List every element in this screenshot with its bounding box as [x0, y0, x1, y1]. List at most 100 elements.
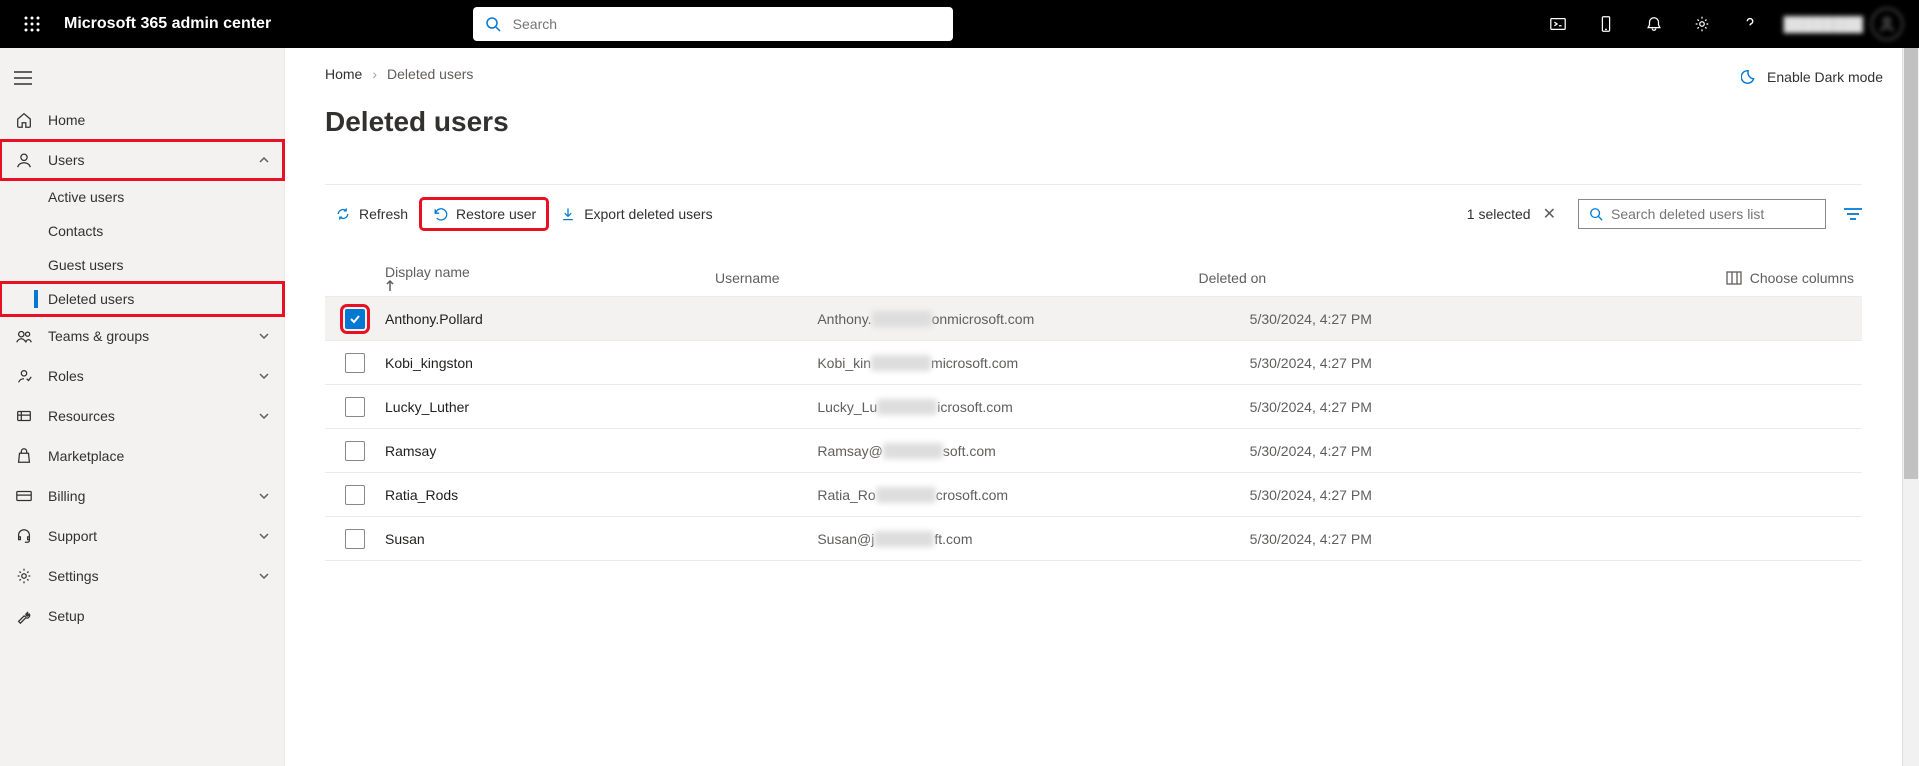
- shell-phone-button[interactable]: [1584, 0, 1628, 48]
- choose-columns-label: Choose columns: [1750, 270, 1854, 286]
- shell-cloud-shell-button[interactable]: [1536, 0, 1580, 48]
- nav-deleted-users-label: Deleted users: [48, 291, 134, 307]
- display-name-cell[interactable]: Kobi_kingston: [385, 355, 817, 371]
- table-header: Display name Username Deleted on Choose …: [325, 259, 1862, 297]
- nav-marketplace-label: Marketplace: [48, 448, 124, 464]
- clear-selection-button[interactable]: ✕: [1539, 202, 1560, 226]
- app-launcher-button[interactable]: [8, 0, 56, 48]
- nav-support-label: Support: [48, 528, 97, 544]
- dark-mode-toggle[interactable]: Enable Dark mode: [1741, 68, 1883, 86]
- nav-roles[interactable]: Roles: [0, 356, 284, 396]
- table-row[interactable]: RamsayRamsay@xxxxxxxxsoft.com5/30/2024, …: [325, 429, 1862, 473]
- display-name-cell[interactable]: Lucky_Luther: [385, 399, 817, 415]
- list-search-input[interactable]: [1611, 206, 1815, 222]
- wrench-icon: [14, 607, 34, 625]
- refresh-button[interactable]: Refresh: [325, 200, 418, 228]
- nav-contacts[interactable]: Contacts: [0, 214, 284, 248]
- chevron-up-icon: [258, 154, 270, 166]
- breadcrumb: Home › Deleted users: [325, 66, 1862, 82]
- nav-guest-users-label: Guest users: [48, 257, 123, 273]
- table-row[interactable]: SusanSusan@jxxxxxxxxft.com5/30/2024, 4:2…: [325, 517, 1862, 561]
- dark-mode-label: Enable Dark mode: [1767, 69, 1883, 85]
- refresh-label: Refresh: [359, 206, 408, 222]
- nav-contacts-label: Contacts: [48, 223, 103, 239]
- table-row[interactable]: Lucky_LutherLucky_Luxxxxxxxxicrosoft.com…: [325, 385, 1862, 429]
- account-manager[interactable]: ████████: [1776, 8, 1911, 40]
- table-row[interactable]: Ratia_RodsRatia_Roxxxxxxxxcrosoft.com5/3…: [325, 473, 1862, 517]
- chevron-right-icon: ›: [372, 66, 377, 82]
- global-search: [473, 7, 953, 41]
- nav-billing[interactable]: Billing: [0, 476, 284, 516]
- username-cell: Kobi_kinxxxxxxxxmicrosoft.com: [817, 355, 1249, 371]
- display-name-cell[interactable]: Susan: [385, 531, 817, 547]
- nav-billing-label: Billing: [48, 488, 85, 504]
- nav-users-label: Users: [48, 152, 85, 168]
- nav-teams-groups[interactable]: Teams & groups: [0, 316, 284, 356]
- display-name-cell[interactable]: Anthony.Pollard: [385, 311, 817, 327]
- nav-guest-users[interactable]: Guest users: [0, 248, 284, 282]
- breadcrumb-home[interactable]: Home: [325, 66, 362, 82]
- chevron-down-icon: [258, 490, 270, 502]
- username-cell: Lucky_Luxxxxxxxxicrosoft.com: [817, 399, 1249, 415]
- deleted-on-cell: 5/30/2024, 4:27 PM: [1250, 399, 1682, 415]
- username-cell: Anthony.xxxxxxxxonmicrosoft.com: [817, 311, 1249, 327]
- nav-active-users[interactable]: Active users: [0, 180, 284, 214]
- table-row[interactable]: Kobi_kingstonKobi_kinxxxxxxxxmicrosoft.c…: [325, 341, 1862, 385]
- nav-toggle-button[interactable]: [0, 56, 284, 100]
- roles-icon: [14, 367, 34, 385]
- col-username[interactable]: Username: [715, 270, 1199, 286]
- export-button[interactable]: Export deleted users: [550, 200, 722, 228]
- nav-marketplace[interactable]: Marketplace: [0, 436, 284, 476]
- chevron-down-icon: [258, 570, 270, 582]
- restore-user-button[interactable]: Restore user: [422, 200, 546, 228]
- col-deleted-on-label: Deleted on: [1199, 270, 1267, 286]
- topbar-actions: ████████: [1536, 0, 1911, 48]
- global-search-input[interactable]: [473, 7, 953, 41]
- gear-icon: [14, 567, 34, 585]
- moon-icon: [1741, 68, 1759, 86]
- notifications-button[interactable]: [1632, 0, 1676, 48]
- breadcrumb-current: Deleted users: [387, 66, 473, 82]
- chevron-down-icon: [258, 530, 270, 542]
- row-checkbox[interactable]: [345, 309, 365, 329]
- nav-home[interactable]: Home: [0, 100, 284, 140]
- nav-setup-label: Setup: [48, 608, 85, 624]
- card-icon: [14, 487, 34, 505]
- account-name: ████████: [1784, 16, 1863, 32]
- nav-support[interactable]: Support: [0, 516, 284, 556]
- col-display-name[interactable]: Display name: [325, 264, 715, 292]
- table-row[interactable]: Anthony.PollardAnthony.xxxxxxxxonmicroso…: [325, 297, 1862, 341]
- search-icon: [485, 16, 501, 32]
- nav-deleted-users[interactable]: Deleted users: [0, 282, 284, 316]
- row-checkbox[interactable]: [345, 353, 365, 373]
- selection-count: 1 selected ✕: [1467, 202, 1560, 226]
- filter-button[interactable]: [1844, 207, 1862, 221]
- restore-label: Restore user: [456, 206, 536, 222]
- nav-setup[interactable]: Setup: [0, 596, 284, 636]
- scrollbar[interactable]: [1902, 48, 1919, 766]
- nav-resources[interactable]: Resources: [0, 396, 284, 436]
- export-label: Export deleted users: [584, 206, 712, 222]
- list-search[interactable]: [1578, 199, 1826, 229]
- left-nav: Home Users Active users Contacts Guest u…: [0, 48, 285, 766]
- choose-columns-button[interactable]: Choose columns: [1682, 270, 1862, 286]
- col-username-label: Username: [715, 270, 780, 286]
- nav-users[interactable]: Users: [0, 140, 284, 180]
- user-icon: [14, 151, 34, 169]
- display-name-cell[interactable]: Ramsay: [385, 443, 817, 459]
- row-checkbox[interactable]: [345, 485, 365, 505]
- deleted-on-cell: 5/30/2024, 4:27 PM: [1250, 531, 1682, 547]
- nav-teams-label: Teams & groups: [48, 328, 149, 344]
- row-checkbox[interactable]: [345, 441, 365, 461]
- scrollbar-thumb[interactable]: [1904, 48, 1918, 479]
- username-cell: Ramsay@xxxxxxxxsoft.com: [817, 443, 1249, 459]
- row-checkbox[interactable]: [345, 529, 365, 549]
- deleted-users-table: Display name Username Deleted on Choose …: [325, 259, 1862, 561]
- row-checkbox[interactable]: [345, 397, 365, 417]
- nav-settings[interactable]: Settings: [0, 556, 284, 596]
- main-content: Home › Deleted users Enable Dark mode De…: [285, 48, 1902, 766]
- display-name-cell[interactable]: Ratia_Rods: [385, 487, 817, 503]
- help-button[interactable]: [1728, 0, 1772, 48]
- col-deleted-on[interactable]: Deleted on: [1199, 270, 1683, 286]
- settings-button[interactable]: [1680, 0, 1724, 48]
